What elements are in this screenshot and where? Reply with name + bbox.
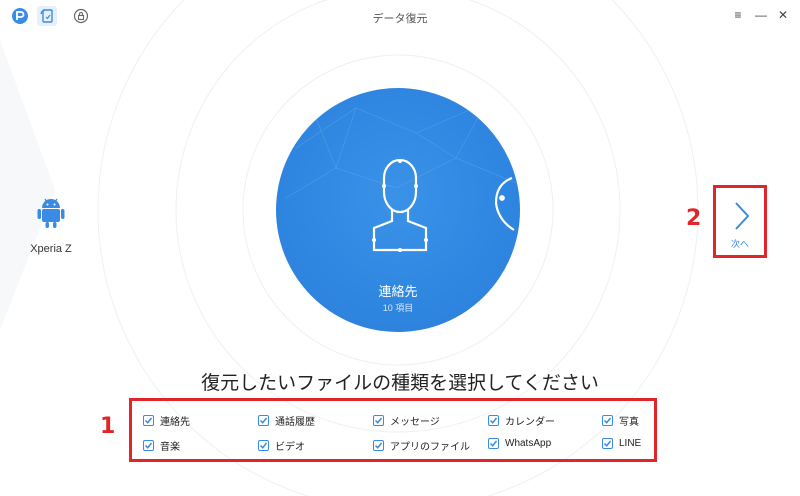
checkbox-checked-icon [143, 440, 154, 451]
android-icon [37, 198, 65, 228]
annotation-1: 1 [100, 414, 116, 439]
phone-icon [494, 176, 515, 231]
checkbox-call-history[interactable]: 通話履歴 [258, 413, 315, 428]
checkbox-label: ビデオ [275, 442, 305, 453]
annotation-2: 2 [686, 206, 702, 231]
data-type-selector: 連絡先 通話履歴 メッセージ カレンダー 写真 音楽 ビデオ アプリのファイル … [129, 398, 657, 462]
checkbox-label: WhatsApp [505, 438, 552, 449]
checkbox-checked-icon [488, 438, 499, 449]
device-panel[interactable]: Xperia Z [24, 196, 78, 255]
next-label: 次へ [730, 239, 749, 249]
title-bar: データ復元 ≡ — ✕ [0, 0, 800, 32]
category-carousel[interactable]: 連絡先 10 項目 [276, 88, 520, 332]
page-heading: 復元したいファイルの種類を選択してください [201, 373, 599, 394]
checkbox-video[interactable]: ビデオ [258, 438, 305, 453]
checkbox-checked-icon [602, 438, 613, 449]
checkbox-contacts[interactable]: 連絡先 [143, 413, 190, 428]
window-title: データ復元 [372, 13, 428, 25]
checkbox-line[interactable]: LINE [602, 438, 641, 449]
checkbox-calendar[interactable]: カレンダー [488, 413, 555, 428]
checkbox-checked-icon [143, 415, 154, 426]
checkbox-label: メッセージ [390, 417, 440, 428]
checkbox-checked-icon [488, 415, 499, 426]
device-name: Xperia Z [30, 243, 72, 255]
chevron-right-icon [735, 202, 750, 230]
checkbox-music[interactable]: 音楽 [143, 438, 180, 453]
checkbox-label: 写真 [619, 417, 639, 428]
checkbox-label: 連絡先 [160, 417, 190, 428]
checkbox-label: カレンダー [505, 417, 555, 428]
checkbox-label: アプリのファイル [390, 442, 470, 453]
contact-icon [372, 158, 428, 252]
menu-icon[interactable]: ≡ [730, 8, 746, 22]
checkbox-checked-icon [258, 415, 269, 426]
checkbox-photos[interactable]: 写真 [602, 413, 639, 428]
checkbox-checked-icon [373, 415, 384, 426]
checkbox-label: LINE [619, 438, 642, 449]
checkbox-checked-icon [373, 440, 384, 451]
minimize-icon[interactable]: — [753, 8, 769, 22]
close-icon[interactable]: ✕ [775, 8, 791, 22]
checkbox-checked-icon [602, 415, 613, 426]
checkbox-whatsapp[interactable]: WhatsApp [488, 438, 551, 449]
category-count: 10 項目 [382, 303, 414, 313]
next-button[interactable]: 次へ [713, 185, 767, 258]
checkbox-app-files[interactable]: アプリのファイル [373, 438, 470, 453]
checkbox-checked-icon [258, 440, 269, 451]
category-label: 連絡先 [378, 284, 418, 299]
checkbox-messages[interactable]: メッセージ [373, 413, 440, 428]
checkbox-label: 音楽 [160, 442, 180, 453]
checkbox-label: 通話履歴 [275, 417, 315, 428]
